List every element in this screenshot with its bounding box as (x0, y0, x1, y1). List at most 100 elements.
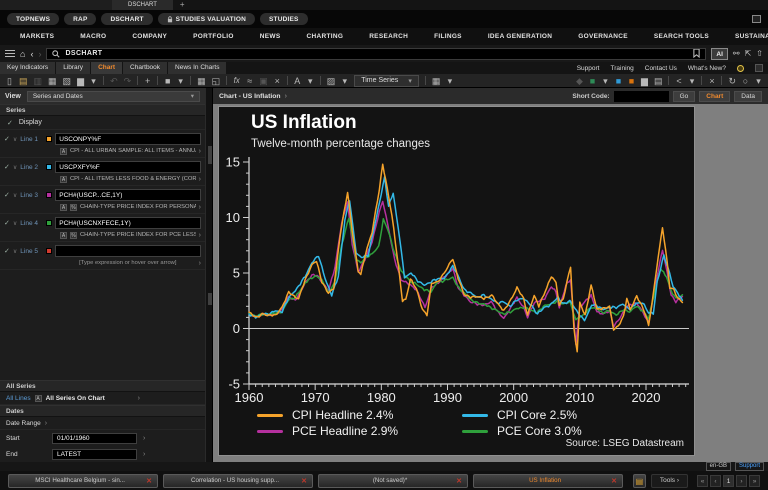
short-code-input[interactable] (613, 90, 669, 102)
chevron-down-icon[interactable]: ∨ (13, 192, 17, 199)
series-expression-input[interactable] (55, 245, 201, 257)
chevron-down-icon[interactable]: ∨ (13, 248, 17, 255)
restore-window-icon[interactable] (752, 15, 761, 23)
locale-indicator[interactable]: en-GB (705, 462, 731, 471)
delete-icon[interactable]: × (274, 74, 281, 88)
text-style-icon[interactable]: A (294, 74, 301, 88)
chevron-right-icon[interactable]: › (138, 395, 140, 402)
caret-down-icon[interactable]: ▾ (90, 74, 97, 88)
image-icon[interactable]: ▨ (327, 74, 336, 88)
redo-icon[interactable]: ↷ (124, 74, 132, 88)
menu-item-company[interactable]: COMPANY (132, 33, 167, 40)
menu-item-news[interactable]: NEWS (260, 33, 281, 40)
share-up-icon[interactable]: ⇧ (756, 48, 763, 60)
chevron-down-icon[interactable]: ▾ (446, 74, 453, 88)
share-icon[interactable]: < (675, 74, 682, 88)
open-new-window-icon[interactable]: ⇱ (745, 48, 752, 60)
link-icon[interactable]: ⚯ (733, 48, 740, 60)
menu-item-portfolio[interactable]: PORTFOLIO (193, 33, 234, 40)
caret-down-icon[interactable]: ▾ (602, 74, 609, 88)
copy-icon[interactable]: ▦ (48, 74, 57, 88)
data-view-button[interactable]: Data (734, 90, 762, 102)
add-series-icon[interactable]: + (144, 74, 151, 88)
chevron-right-icon[interactable]: › (45, 420, 47, 427)
new-tab-button[interactable]: + (173, 0, 192, 10)
layout-grid-icon[interactable]: ▦ (432, 74, 441, 88)
table-icon[interactable]: ▦ (197, 74, 206, 88)
scrollbar-handle[interactable] (208, 293, 212, 305)
color-swatch-icon[interactable]: ■ (164, 74, 171, 88)
series-expression-input[interactable] (55, 161, 201, 173)
chevron-down-icon[interactable]: ∨ (13, 164, 17, 171)
line-enabled-checkbox[interactable]: ✓ (4, 191, 10, 199)
close-icon[interactable]: ✕ (611, 477, 617, 485)
line-enabled-checkbox[interactable]: ✓ (4, 163, 10, 171)
lightbulb-icon[interactable] (737, 64, 744, 72)
caret-down-icon[interactable]: ▾ (755, 74, 762, 88)
line-color-swatch[interactable] (46, 136, 53, 142)
expand-icon[interactable]: ◱ (212, 74, 221, 88)
time-series-select[interactable]: Time Series ▾ (354, 74, 419, 87)
line-enabled-checkbox[interactable]: ✓ (4, 219, 10, 227)
link-training[interactable]: Training (611, 65, 634, 72)
save-icon[interactable]: ▥ (34, 74, 43, 88)
chevron-right-icon[interactable]: › (199, 204, 201, 211)
pager-[interactable]: › (736, 474, 747, 487)
menu-item-governance[interactable]: GOVERNANCE (578, 33, 628, 40)
back-icon[interactable]: ‹ (30, 49, 33, 59)
chart-type-icon[interactable]: ▆ (77, 74, 84, 88)
task-msci-healthcare-belgium-sin[interactable]: MSCI Healthcare Belgium - sin... ✕ (8, 473, 158, 488)
pager-1[interactable]: 1 (723, 474, 734, 487)
close-icon[interactable]: ✕ (456, 477, 462, 485)
caret-down-icon[interactable]: ▾ (177, 74, 184, 88)
menu-item-idea-generation[interactable]: IDEA GENERATION (488, 33, 552, 40)
support-link[interactable]: Support (734, 462, 764, 471)
menu-item-filings[interactable]: FILINGS (434, 33, 462, 40)
paste-icon[interactable]: ▧ (63, 74, 72, 88)
chevron-right-icon[interactable]: › (143, 435, 145, 442)
chart-view-button[interactable]: Chart (699, 90, 731, 102)
caret-down-icon[interactable]: ▾ (688, 74, 695, 88)
end-date-input[interactable] (52, 448, 137, 460)
menu-item-charting[interactable]: CHARTING (306, 33, 343, 40)
inflation-chart-panel[interactable]: US Inflation Twelve-month percentage cha… (218, 106, 695, 456)
home-icon[interactable]: ⌂ (20, 49, 25, 59)
series-expression-input[interactable] (55, 217, 201, 229)
apps-grid-icon[interactable] (755, 64, 763, 72)
search-input[interactable]: DSCHART (46, 47, 707, 60)
chart-breadcrumb[interactable]: Chart - US Inflation (219, 93, 281, 100)
tab-key-indicators[interactable]: Key Indicators (0, 62, 56, 74)
tab-news-in-charts[interactable]: News In Charts (168, 62, 227, 74)
all-lines-row[interactable]: All Lines A All Series On Chart › (0, 392, 205, 405)
hamburger-menu-icon[interactable] (5, 48, 15, 59)
calculator-icon[interactable]: ▣ (259, 74, 268, 88)
pager-[interactable]: ‹ (710, 474, 721, 487)
series-expression-input[interactable] (55, 189, 201, 201)
word-export-icon[interactable]: ■ (615, 74, 622, 88)
chevron-right-icon[interactable]: › (199, 176, 201, 183)
close-icon[interactable]: × (708, 74, 715, 88)
tab-chart[interactable]: Chart (91, 62, 123, 74)
task-us-inflation[interactable]: US Inflation ✕ (473, 473, 623, 488)
line-enabled-checkbox[interactable]: ✓ (4, 135, 10, 143)
zoom-icon[interactable]: ○ (742, 74, 749, 88)
menu-item-macro[interactable]: MACRO (80, 33, 106, 40)
fx-icon[interactable]: fx (233, 74, 240, 88)
menu-item-search-tools[interactable]: SEARCH TOOLS (654, 33, 709, 40)
pill-dschart[interactable]: DSCHART (101, 13, 153, 25)
line-color-swatch[interactable] (46, 220, 53, 226)
chevron-down-icon[interactable]: ∨ (13, 220, 17, 227)
excel-export-icon[interactable]: ■ (589, 74, 596, 88)
undo-icon[interactable]: ↶ (110, 74, 118, 88)
go-button[interactable]: Go (672, 90, 696, 102)
pager-[interactable]: » (749, 474, 760, 487)
task-not-saved[interactable]: (Not saved)* ✕ (318, 473, 468, 488)
date-range-row[interactable]: Date Range › (0, 417, 205, 430)
forward-icon[interactable]: › (38, 49, 41, 59)
ppt-export-icon[interactable]: ■ (628, 74, 635, 88)
app-tab[interactable]: DSCHART (112, 0, 173, 10)
chevron-right-icon[interactable]: › (199, 232, 201, 239)
caret-down-icon[interactable]: ▾ (341, 74, 348, 88)
menu-item-markets[interactable]: MARKETS (20, 33, 54, 40)
link-contact-us[interactable]: Contact Us (645, 65, 677, 72)
